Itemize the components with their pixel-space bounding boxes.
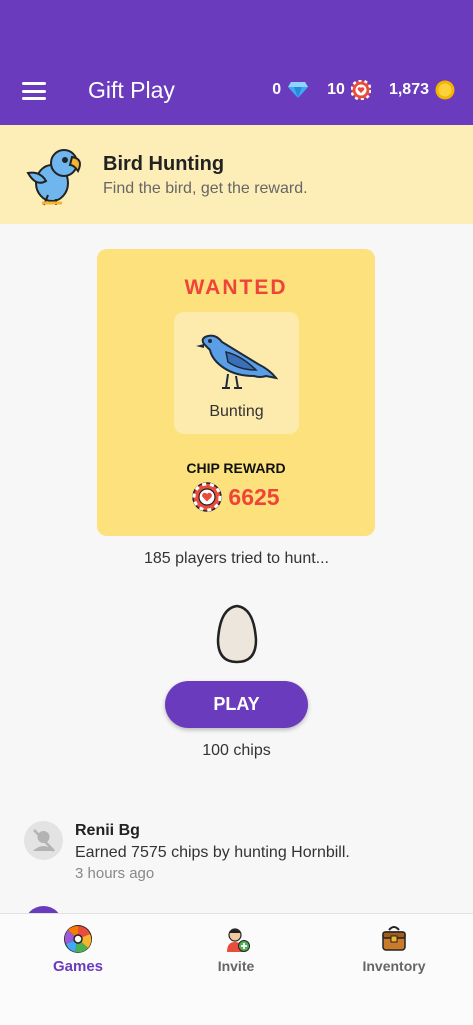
user-muted-icon <box>33 829 55 852</box>
invite-user-icon <box>227 928 250 952</box>
nav-invite[interactable]: Invite <box>176 924 296 974</box>
nav-invite-label: Invite <box>217 958 255 974</box>
bunting-bird-icon <box>196 334 278 389</box>
hamburger-menu-icon[interactable] <box>22 82 46 100</box>
nav-games-label: Games <box>52 958 104 975</box>
wanted-title: WANTED <box>184 276 288 299</box>
activity-time: 3 hours ago <box>75 865 155 882</box>
bottom-navigation: Games Invite Inventory <box>0 913 473 1025</box>
treasure-bag-icon <box>382 926 406 951</box>
reward-label: CHIP REWARD <box>186 460 286 476</box>
nav-games[interactable]: Games <box>18 924 138 975</box>
chips-balance[interactable]: 10 <box>327 80 371 100</box>
game-subtitle: Find the bird, get the reward. <box>103 180 308 197</box>
gems-count: 0 <box>272 81 282 98</box>
activity-user-name: Renii Bg <box>75 822 140 839</box>
chips-count: 10 <box>327 81 345 98</box>
egg-icon <box>216 604 258 664</box>
reward-row: 6625 <box>97 482 375 512</box>
app-title: Gift Play <box>88 77 175 103</box>
diamond-icon <box>288 82 309 98</box>
poker-chip-icon <box>350 80 371 100</box>
top-app-bar: Gift Play 0 10 1,873 <box>0 0 473 125</box>
play-button[interactable]: PLAY <box>165 681 308 728</box>
play-cost: 100 chips <box>202 742 271 759</box>
nav-inventory[interactable]: Inventory <box>334 924 454 974</box>
coins-count: 1,873 <box>388 81 429 98</box>
gems-balance[interactable]: 0 <box>272 81 309 99</box>
avatar <box>24 821 63 860</box>
target-bird-box: Bunting <box>174 312 299 434</box>
nav-inventory-label: Inventory <box>362 958 426 974</box>
players-tried-text: 185 players tried to hunt... <box>144 550 329 567</box>
activity-message: Earned 7575 chips by hunting Hornbill. <box>75 844 350 861</box>
poker-chip-icon <box>192 482 223 512</box>
prize-wheel-icon <box>64 925 92 953</box>
game-header-banner: Bird Hunting Find the bird, get the rewa… <box>0 125 473 224</box>
reward-value: 6625 <box>228 483 280 510</box>
gold-coin-icon <box>435 80 455 100</box>
game-content: WANTED Bunting CHIP REWARD 6625 185 play <box>0 224 473 926</box>
target-bird-name: Bunting <box>209 403 264 420</box>
balance-stats: 0 10 1,873 <box>272 80 455 100</box>
coins-balance[interactable]: 1,873 <box>389 80 455 100</box>
game-title: Bird Hunting <box>103 153 225 175</box>
parrot-icon <box>26 149 81 206</box>
wanted-card: WANTED Bunting CHIP REWARD 6625 <box>97 249 375 536</box>
